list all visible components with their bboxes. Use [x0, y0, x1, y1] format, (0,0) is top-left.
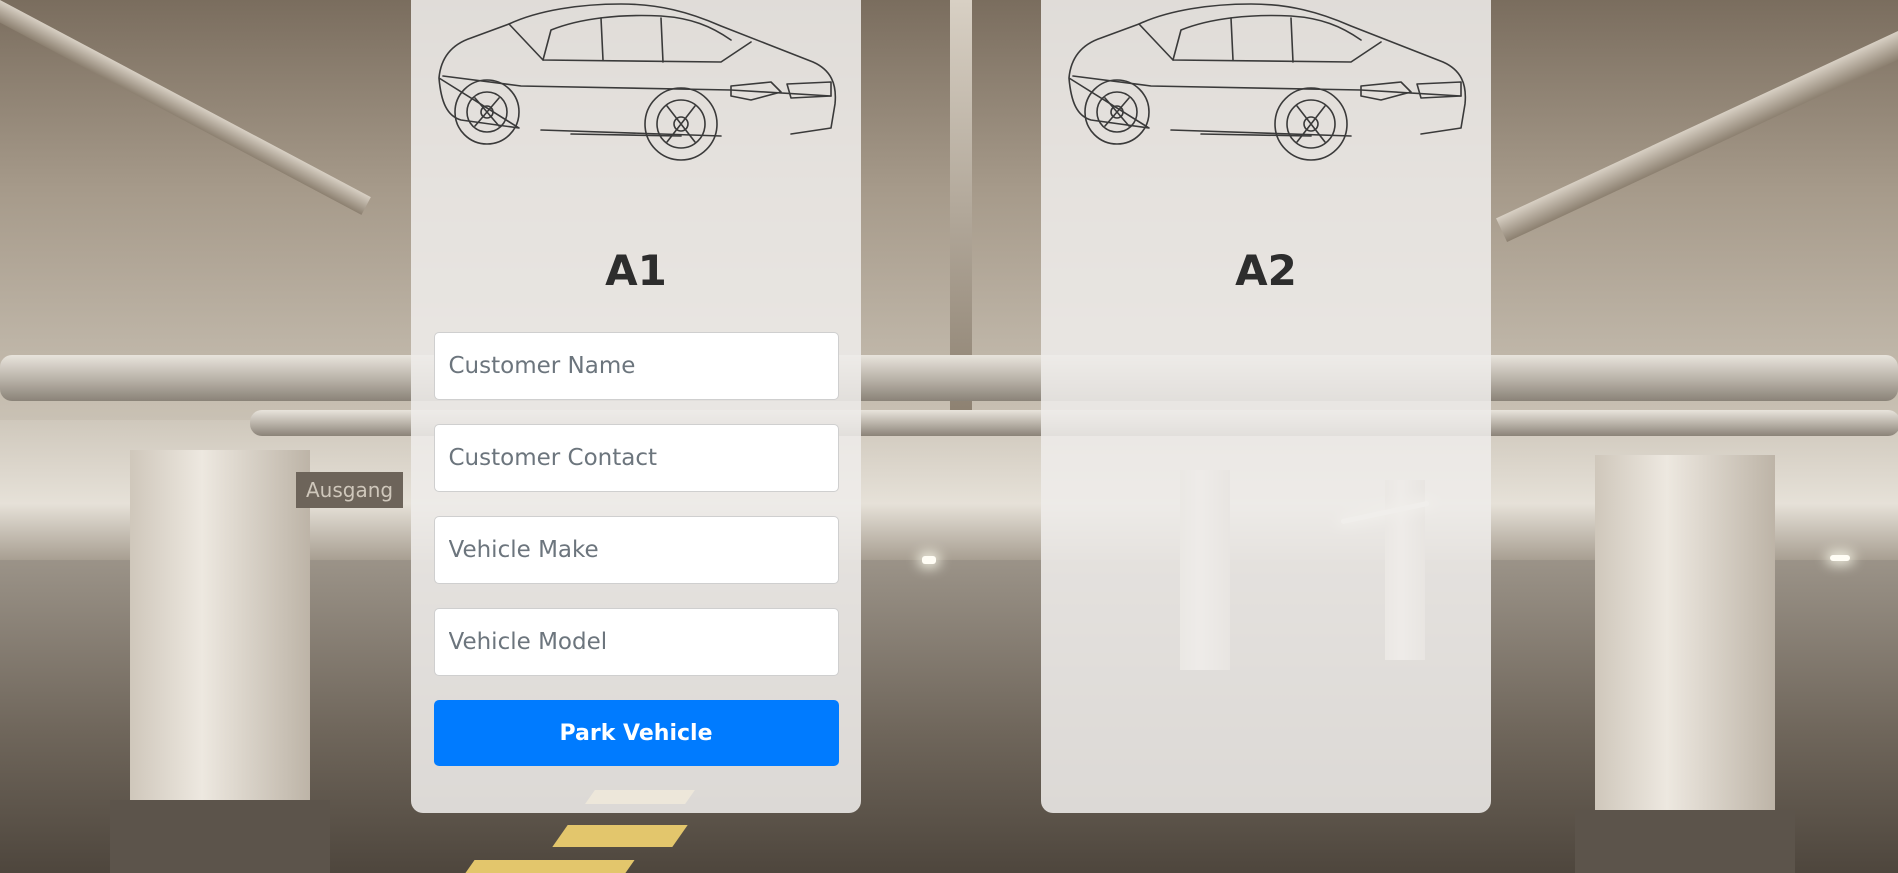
pipe: [0, 355, 1898, 401]
park-vehicle-form: Park Vehicle: [433, 332, 839, 766]
pillar-base: [1575, 810, 1795, 873]
ceiling-light: [922, 556, 936, 564]
park-vehicle-button[interactable]: Park Vehicle: [433, 700, 839, 766]
slot-id-label: A2: [1235, 246, 1297, 295]
vehicle-make-input[interactable]: [433, 516, 839, 584]
car-icon: [1068, 3, 1467, 161]
slot-id-label: A1: [605, 246, 667, 295]
customer-name-input[interactable]: [433, 332, 839, 400]
parking-slot-card-a2: A2: [1041, 0, 1491, 813]
exit-sign: Ausgang: [296, 472, 404, 508]
vehicle-model-input[interactable]: [433, 608, 839, 676]
pillar: [1595, 455, 1775, 825]
floor-arrow-marking: [465, 860, 635, 873]
parking-garage-background: Ausgang: [0, 0, 1898, 873]
ceiling-light: [1830, 555, 1850, 561]
pillar-base: [110, 800, 330, 873]
pillar: [130, 450, 310, 830]
car-icon: [438, 3, 837, 161]
floor-arrow-marking: [552, 825, 688, 847]
customer-contact-input[interactable]: [433, 424, 839, 492]
parking-slot-card-a1: A1 Park Vehicle: [411, 0, 861, 813]
